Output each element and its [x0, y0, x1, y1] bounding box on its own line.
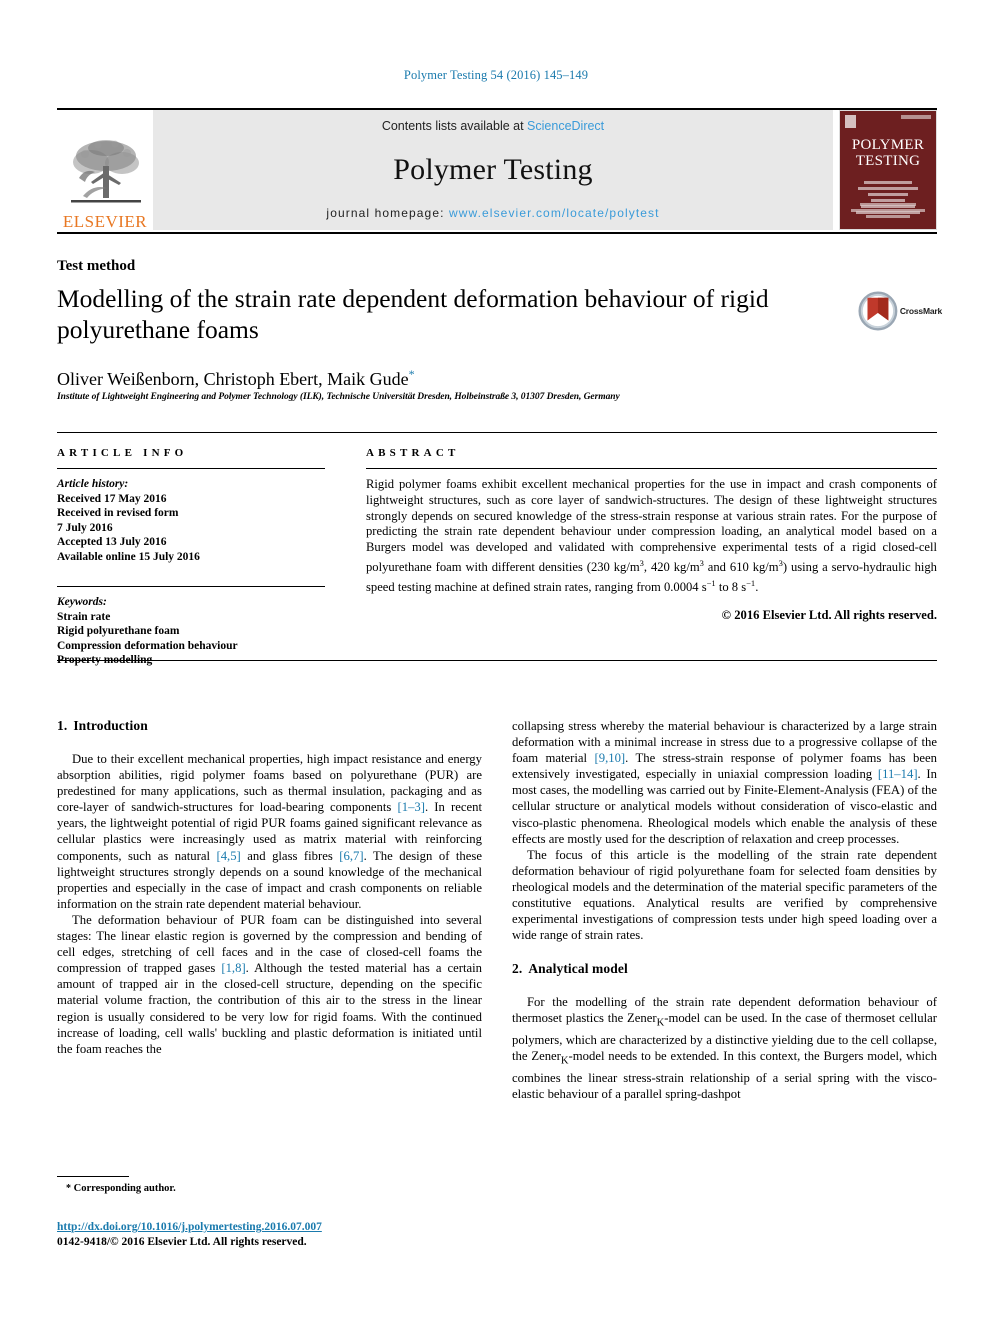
- article-info-column: ARTICLE INFO Article history: Received 1…: [57, 447, 325, 668]
- section-number: 1.: [57, 718, 68, 733]
- masthead-center: Contents lists available at ScienceDirec…: [153, 110, 833, 230]
- paragraph: For the modelling of the strain rate dep…: [512, 994, 937, 1102]
- body-column-left: 1. Introduction Due to their excellent me…: [57, 718, 482, 1057]
- article-history-list: Received 17 May 2016 Received in revised…: [57, 492, 325, 565]
- journal-masthead: ELSEVIER Contents lists available at Sci…: [57, 108, 937, 230]
- section-number: 2.: [512, 961, 523, 977]
- journal-homepage-link[interactable]: www.elsevier.com/locate/polytest: [449, 206, 660, 220]
- abstract-sup: −1: [746, 577, 756, 588]
- abstract-rule: [366, 468, 937, 469]
- cover-title-line2: TESTING: [855, 153, 921, 169]
- history-item: Accepted 13 July 2016: [57, 536, 167, 548]
- contents-available-line: Contents lists available at ScienceDirec…: [382, 119, 604, 133]
- journal-homepage-line: journal homepage: www.elsevier.com/locat…: [326, 206, 659, 220]
- abstract-copyright: © 2016 Elsevier Ltd. All rights reserved…: [721, 607, 937, 622]
- citation-ref[interactable]: [1–3]: [398, 800, 425, 814]
- section-heading-analytical-model: 2. Analytical model: [512, 961, 937, 977]
- crossmark-label: CrossMark: [899, 306, 942, 316]
- abstract-sup: −1: [706, 577, 716, 588]
- citation-ref[interactable]: [1,8]: [221, 961, 245, 975]
- paragraph: collapsing stress whereby the material b…: [512, 718, 937, 847]
- keywords-list: Strain rate Rigid polyurethane foam Comp…: [57, 610, 325, 668]
- elsevier-tree-icon: [71, 140, 141, 203]
- citation-ref[interactable]: [9,10]: [595, 751, 626, 765]
- elsevier-logo: ELSEVIER: [57, 110, 153, 230]
- article-history-label: Article history:: [57, 478, 129, 490]
- text-run: -model needs to be extended. In this con…: [512, 1049, 937, 1101]
- text-run: and glass fibres: [240, 848, 340, 863]
- history-item: Received 17 May 2016: [57, 492, 167, 505]
- masthead-bottom-rule: [57, 232, 937, 234]
- keyword-item: Compression deformation behaviour: [57, 639, 238, 652]
- journal-cover-thumbnail: POLYMER TESTING: [839, 110, 937, 230]
- contents-prefix: Contents lists available at: [381, 119, 528, 133]
- section-title: Introduction: [73, 718, 148, 733]
- keywords-label: Keywords:: [57, 596, 107, 608]
- article-body: 1. Introduction Due to their excellent me…: [57, 718, 937, 1188]
- abstract-part: to 8 s: [715, 580, 747, 595]
- footnote-rule: [57, 1176, 129, 1177]
- paragraph: The focus of this article is the modelli…: [512, 847, 937, 943]
- cover-journal-name: POLYMER TESTING: [840, 137, 936, 169]
- abstract-part: , 420 kg/m: [643, 560, 700, 575]
- history-item: 7 July 2016: [57, 521, 113, 534]
- citation-ref[interactable]: [11–14]: [878, 767, 918, 781]
- footnote-text: Corresponding author.: [73, 1183, 176, 1194]
- sciencedirect-link[interactable]: ScienceDirect: [527, 119, 604, 133]
- citation-ref[interactable]: [6,7]: [339, 849, 363, 863]
- abstract-part: and 610 kg/m: [703, 560, 779, 575]
- issn-copyright-line: 0142-9418/© 2016 Elsevier Ltd. All right…: [57, 1236, 307, 1248]
- cover-top-text-block: [901, 115, 931, 119]
- info-block-bottom-rule: [57, 660, 937, 661]
- article-info-heading: ARTICLE INFO: [57, 447, 188, 459]
- journal-article-page: Polymer Testing 54 (2016) 145–149 ELSEVI…: [0, 0, 992, 1323]
- keyword-item: Rigid polyurethane foam: [57, 625, 180, 637]
- authors-text: Oliver Weißenborn, Christoph Ebert, Maik…: [57, 369, 409, 389]
- cover-footer-block: [848, 203, 928, 221]
- section-heading-introduction: 1. Introduction: [57, 718, 482, 734]
- doi-link[interactable]: http://dx.doi.org/10.1016/j.polymertesti…: [57, 1221, 322, 1233]
- citation-ref[interactable]: [4,5]: [216, 849, 240, 863]
- abstract-heading: ABSTRACT: [366, 447, 460, 459]
- text-run: . Although the tested material has a cer…: [57, 961, 482, 1056]
- info-block-top-rule: [57, 432, 937, 433]
- author-affiliation: Institute of Lightweight Engineering and…: [57, 392, 620, 402]
- crossmark-badge[interactable]: CrossMark: [858, 287, 942, 335]
- homepage-prefix: journal homepage:: [326, 206, 449, 220]
- article-info-rule: [57, 468, 325, 469]
- running-head: Polymer Testing 54 (2016) 145–149: [403, 68, 589, 82]
- elsevier-wordmark: ELSEVIER: [62, 212, 148, 231]
- section-title: Analytical model: [528, 961, 628, 977]
- keywords-rule: [57, 586, 325, 587]
- author-list: Oliver Weißenborn, Christoph Ebert, Maik…: [57, 367, 415, 390]
- journal-title: Polymer Testing: [393, 152, 593, 186]
- cover-title-line1: POLYMER: [851, 137, 925, 153]
- body-column-right: collapsing stress whereby the material b…: [512, 718, 937, 1102]
- article-type-kicker: Test method: [57, 258, 136, 274]
- paragraph: The deformation behaviour of PUR foam ca…: [57, 912, 482, 1057]
- keyword-item: Strain rate: [57, 610, 111, 623]
- footnote-marker: *: [66, 1183, 71, 1194]
- history-item: Available online 15 July 2016: [57, 550, 200, 563]
- abstract-text: Rigid polymer foams exhibit excellent me…: [366, 477, 937, 596]
- cover-top-bar: [845, 115, 931, 128]
- corresponding-author-note: * Corresponding author.: [66, 1183, 176, 1194]
- history-item: Received in revised form: [57, 507, 179, 519]
- corresponding-author-marker: *: [408, 367, 415, 381]
- cover-publisher-mark: [845, 115, 856, 128]
- abstract-part: .: [755, 580, 759, 595]
- paragraph: Due to their excellent mechanical proper…: [57, 751, 482, 912]
- model-subscript: K: [560, 1055, 569, 1067]
- crossmark-icon: [858, 291, 898, 331]
- page-title: Modelling of the strain rate dependent d…: [57, 284, 769, 344]
- abstract-column: ABSTRACT Rigid polymer foams exhibit exc…: [366, 447, 937, 623]
